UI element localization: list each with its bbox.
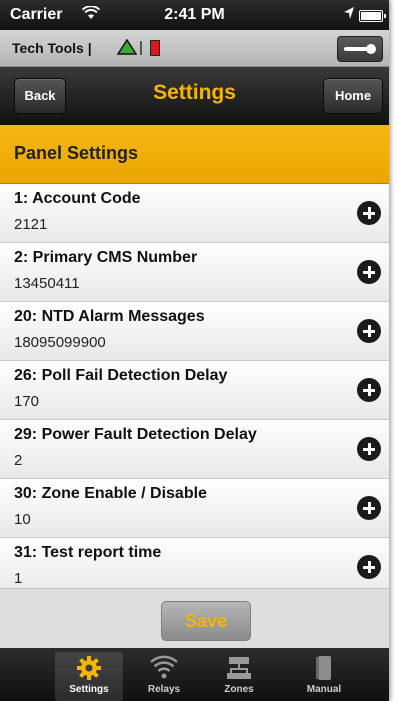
wifi-icon [130,654,198,682]
home-button[interactable]: Home [323,78,383,114]
plus-icon[interactable] [357,378,381,402]
navigation-bar: Back Settings Home [0,67,389,125]
status-bar: Carrier 2:41 PM [0,0,389,30]
setting-label: 1: Account Code [14,190,141,207]
setting-row[interactable]: 29: Power Fault Detection Delay 2 [0,420,389,479]
status-time: 2:41 PM [164,6,225,23]
tab-zones[interactable]: Zones [205,652,273,701]
network-icon [205,654,273,682]
panel-device-icon [150,40,160,56]
tech-tools-title: Tech Tools | [12,40,92,56]
setting-label: 31: Test report time [14,544,162,561]
setting-value: 2 [14,452,23,469]
battery-icon [359,10,386,22]
setting-label: 20: NTD Alarm Messages [14,308,205,325]
tech-tools-bar: Tech Tools | | [0,30,389,67]
save-area: Save [0,588,389,649]
setting-value: 1 [14,570,23,587]
settings-list[interactable]: 1: Account Code 2121 2: Primary CMS Numb… [0,184,389,588]
separator: | [139,39,143,56]
setting-label: 30: Zone Enable / Disable [14,485,207,502]
setting-row[interactable]: 2: Primary CMS Number 13450411 [0,243,389,302]
tab-manual[interactable]: Manual [290,652,358,701]
tab-label: Settings [69,684,109,695]
tab-label: Relays [147,684,181,695]
save-button[interactable]: Save [161,601,251,641]
location-arrow-icon [343,6,355,25]
setting-label: 2: Primary CMS Number [14,249,198,266]
tab-bar: Settings Relays Zones Manual [0,648,389,701]
plus-icon[interactable] [357,260,381,284]
setting-label: 29: Power Fault Detection Delay [14,426,257,443]
setting-value: 10 [14,511,31,528]
setting-row[interactable]: 31: Test report time 1 [0,538,389,588]
setting-row[interactable]: 1: Account Code 2121 [0,184,389,243]
tab-relays[interactable]: Relays [130,652,198,701]
book-icon [290,654,358,682]
setting-value: 18095099900 [14,334,106,351]
setting-row[interactable]: 20: NTD Alarm Messages 18095099900 [0,302,389,361]
plus-icon[interactable] [357,201,381,225]
cloud-icon [116,38,138,60]
plus-icon[interactable] [357,437,381,461]
setting-value: 13450411 [14,275,80,292]
plus-icon[interactable] [357,496,381,520]
setting-label: 26: Poll Fail Detection Delay [14,367,228,384]
gear-icon [55,654,123,682]
setting-row[interactable]: 26: Poll Fail Detection Delay 170 [0,361,389,420]
tab-label: Zones [224,684,254,695]
setting-value: 2121 [14,216,48,233]
section-title: Panel Settings [14,143,139,163]
tab-label: Manual [306,684,342,695]
plus-icon[interactable] [357,319,381,343]
plus-icon[interactable] [357,555,381,579]
key-icon[interactable] [337,36,383,62]
section-header: Panel Settings [0,125,389,184]
setting-row[interactable]: 30: Zone Enable / Disable 10 [0,479,389,538]
setting-value: 170 [14,393,40,410]
tab-settings[interactable]: Settings [55,652,123,701]
app-screen: Carrier 2:41 PM Tech Tools | | Back Sett… [0,0,389,701]
